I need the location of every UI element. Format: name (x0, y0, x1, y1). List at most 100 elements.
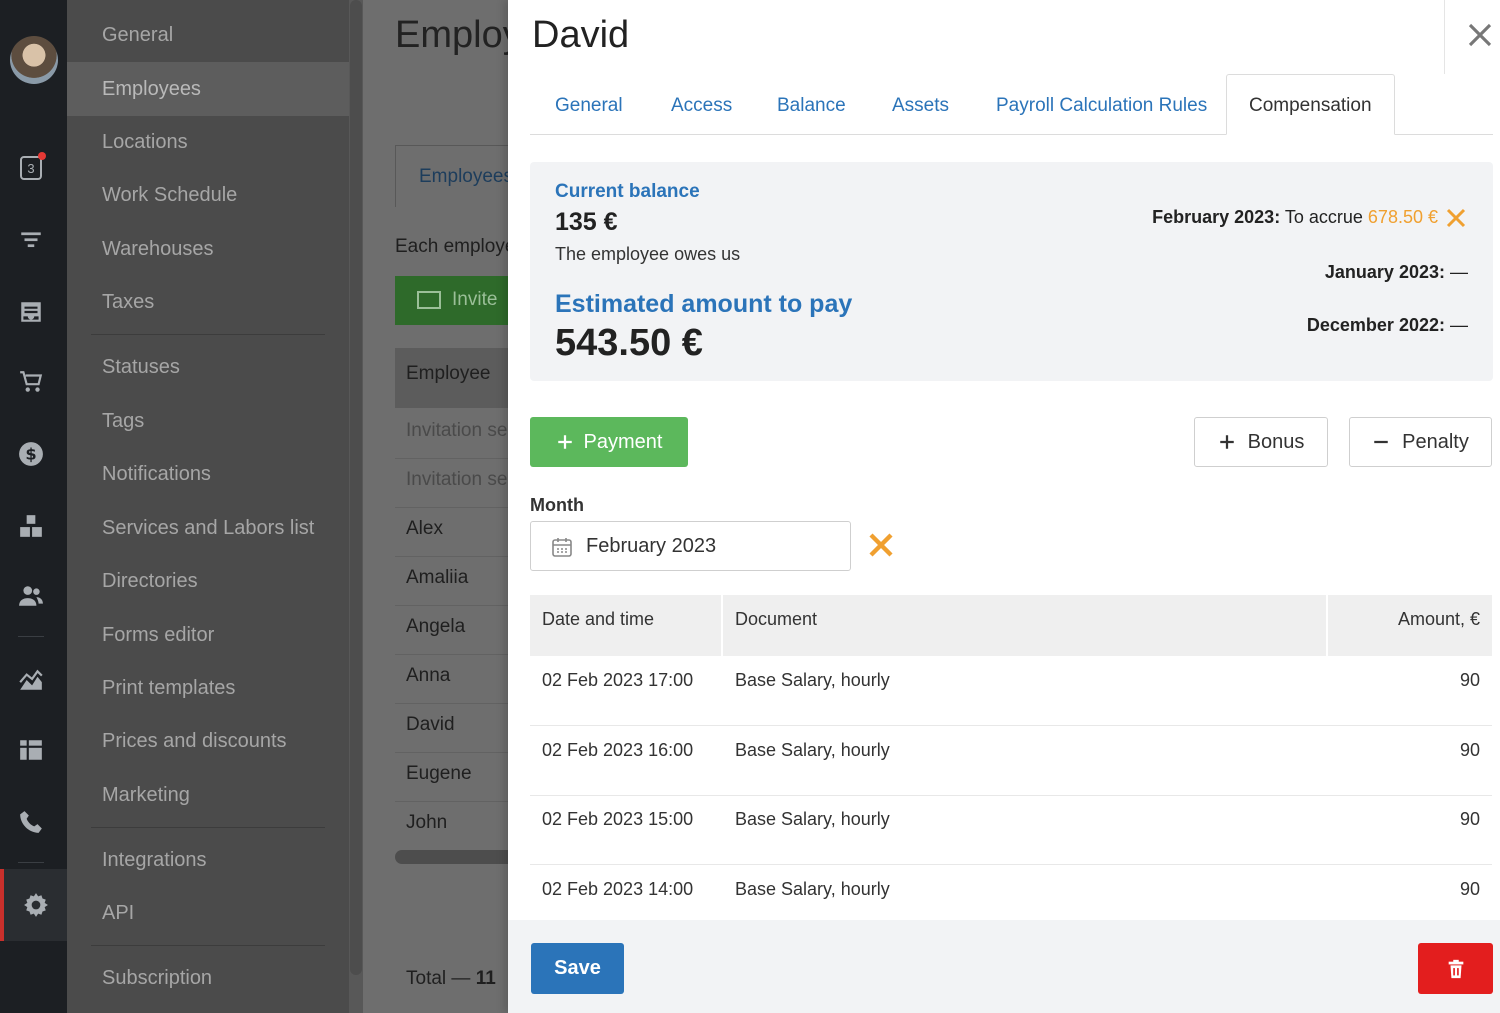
menu-divider (91, 334, 325, 335)
month-accrual-row: December 2022: — (1307, 315, 1468, 336)
row-divider (395, 703, 508, 704)
payment-label: Payment (583, 430, 663, 453)
month-accrual-row: January 2023: — (1325, 262, 1468, 283)
menu-item-integrations[interactable]: Integrations (102, 849, 207, 872)
menu-item-services[interactable]: Services and Labors list (102, 517, 314, 540)
table-row[interactable]: Invitation sent (406, 469, 508, 491)
divider (18, 862, 44, 863)
menu-item-prices[interactable]: Prices and discounts (102, 730, 287, 753)
menu-item-work-schedule[interactable]: Work Schedule (102, 184, 237, 207)
table-row[interactable]: Angela (406, 616, 465, 638)
tab-payroll-rules[interactable]: Payroll Calculation Rules (996, 95, 1207, 117)
svg-text:$: $ (25, 444, 36, 463)
table-row[interactable]: Anna (406, 665, 450, 687)
users-icon[interactable] (0, 576, 62, 616)
plus-icon (1219, 435, 1234, 449)
column-header-employee[interactable]: Employee (395, 348, 508, 408)
settings-menu: General Employees Locations Work Schedul… (67, 0, 349, 1013)
cell-amount: 90 (1459, 670, 1480, 690)
close-icon[interactable] (1465, 20, 1495, 50)
cell-amount: 90 (1459, 740, 1480, 760)
add-bonus-button[interactable]: Bonus (1194, 417, 1328, 467)
row-divider (395, 507, 508, 508)
delete-button[interactable] (1418, 943, 1493, 994)
tab-balance[interactable]: Balance (777, 95, 846, 117)
table-row[interactable]: 02 Feb 2023 16:00 Base Salary, hourly 90 (530, 726, 1492, 796)
table-row[interactable]: Amaliia (406, 567, 468, 589)
menu-item-directories[interactable]: Directories (102, 570, 198, 593)
cell-document: Base Salary, hourly (735, 740, 890, 760)
horizontal-scrollbar[interactable] (395, 850, 508, 864)
month-label: February 2023: (1152, 206, 1281, 227)
invite-label: Invite (452, 289, 498, 310)
month-label: December 2022: (1306, 315, 1445, 335)
menu-scrollbar[interactable] (349, 0, 363, 1013)
calendar-icon[interactable]: 3 (0, 148, 62, 188)
table-row[interactable]: Eugene (406, 763, 472, 785)
phone-icon[interactable] (0, 802, 62, 842)
menu-item-subscription[interactable]: Subscription (102, 967, 212, 990)
row-divider (395, 654, 508, 655)
tab-assets[interactable]: Assets (892, 95, 949, 117)
gear-icon[interactable] (0, 869, 67, 941)
menu-item-locations[interactable]: Locations (102, 131, 188, 154)
add-penalty-button[interactable]: Penalty (1349, 417, 1492, 467)
accrual-amount[interactable]: 678.50 € (1368, 207, 1438, 227)
column-header-amount[interactable]: Amount, € (1328, 595, 1492, 656)
clear-month-icon[interactable] (866, 530, 896, 560)
filter-icon[interactable] (0, 220, 62, 260)
invite-button[interactable]: Invite (395, 276, 508, 325)
table-row[interactable]: 02 Feb 2023 17:00 Base Salary, hourly 90 (530, 656, 1492, 726)
menu-item-employees[interactable]: Employees (67, 62, 349, 116)
dollar-icon[interactable]: $ (0, 434, 62, 474)
penalty-label: Penalty (1402, 430, 1469, 453)
panel-title: David (532, 14, 630, 56)
envelope-icon (417, 291, 441, 309)
table-row[interactable]: 02 Feb 2023 15:00 Base Salary, hourly 90 (530, 795, 1492, 865)
menu-item-api[interactable]: API (102, 902, 134, 925)
tab-compensation[interactable]: Compensation (1226, 74, 1395, 135)
current-balance-label: Current balance (555, 181, 700, 202)
table-row[interactable]: Invitation sent (406, 420, 508, 442)
dashboard-icon[interactable] (0, 730, 62, 770)
scrollbar-thumb[interactable] (350, 0, 362, 975)
boxes-icon[interactable] (0, 506, 62, 546)
month-field-label: Month (530, 495, 584, 515)
menu-item-marketing[interactable]: Marketing (102, 784, 190, 807)
menu-item-taxes[interactable]: Taxes (102, 291, 154, 314)
total-label: Total — (406, 968, 476, 989)
row-divider (395, 801, 508, 802)
inbox-icon[interactable] (0, 292, 62, 332)
calendar-icon (550, 535, 574, 559)
notification-dot (38, 152, 46, 160)
cell-datetime: 02 Feb 2023 14:00 (542, 879, 694, 899)
menu-item-general[interactable]: General (102, 24, 173, 47)
menu-item-notifications[interactable]: Notifications (102, 463, 211, 486)
column-header-document[interactable]: Document (723, 595, 1326, 656)
menu-item-warehouses[interactable]: Warehouses (102, 238, 214, 261)
tab-employees[interactable]: Employees (395, 145, 508, 207)
cell-document: Base Salary, hourly (735, 809, 890, 829)
cart-icon[interactable] (0, 362, 62, 402)
menu-item-statuses[interactable]: Statuses (102, 356, 180, 379)
balance-note: The employee owes us (555, 244, 741, 264)
close-icon[interactable] (1444, 206, 1468, 230)
month-picker[interactable]: February 2023 (530, 521, 851, 571)
balance-summary: Current balance 135 € The employee owes … (530, 162, 1493, 381)
avatar[interactable] (10, 36, 58, 84)
column-header-date[interactable]: Date and time (530, 595, 721, 656)
table-row[interactable]: Alex (406, 518, 443, 540)
table-row[interactable]: John (406, 812, 447, 834)
tab-access[interactable]: Access (671, 95, 732, 117)
menu-item-print-templates[interactable]: Print templates (102, 677, 235, 700)
cell-datetime: 02 Feb 2023 17:00 (542, 670, 694, 690)
divider (1444, 0, 1445, 74)
save-button[interactable]: Save (531, 943, 624, 994)
menu-item-forms-editor[interactable]: Forms editor (102, 624, 214, 647)
add-payment-button[interactable]: Payment (530, 417, 688, 467)
table-row[interactable]: David (406, 714, 455, 736)
tab-general[interactable]: General (555, 95, 623, 117)
menu-item-tags[interactable]: Tags (102, 410, 144, 433)
row-divider (395, 752, 508, 753)
chart-icon[interactable] (0, 660, 62, 700)
